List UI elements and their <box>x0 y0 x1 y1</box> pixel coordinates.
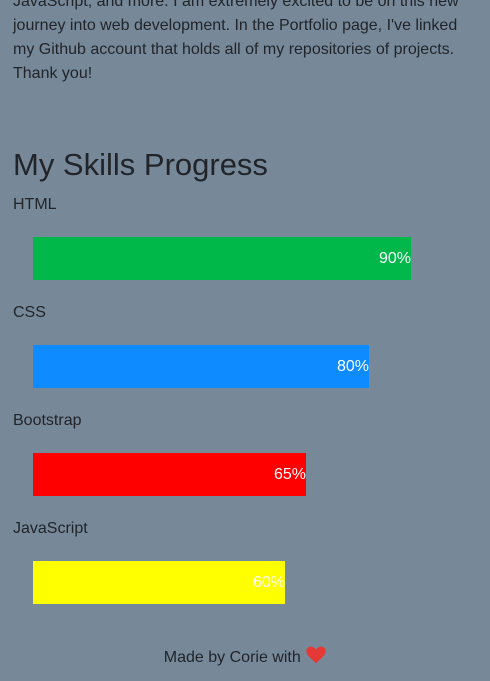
about-text: JavaScript, and more. I am extremely exc… <box>13 0 459 82</box>
heart-icon <box>306 646 326 670</box>
progress-bar-css: 80% <box>33 345 453 388</box>
progress-value-css: 80% <box>336 357 369 375</box>
skill-label-html: HTML <box>13 196 57 213</box>
progress-fill-css: 80% <box>33 345 369 388</box>
progress-bar-bootstrap: 65% <box>33 453 453 496</box>
progress-fill-javascript: 60% <box>33 561 285 604</box>
footer: Made by Corie with <box>0 646 490 670</box>
progress-value-html: 90% <box>378 249 411 267</box>
progress-value-javascript: 60% <box>252 573 285 591</box>
progress-value-bootstrap: 65% <box>273 465 306 483</box>
progress-bar-html: 90% <box>33 237 453 280</box>
skill-label-css: CSS <box>13 304 46 321</box>
progress-fill-bootstrap: 65% <box>33 453 306 496</box>
skills-title: My Skills Progress <box>13 147 268 182</box>
skill-label-javascript: JavaScript <box>13 520 88 537</box>
progress-bar-javascript: 60% <box>33 561 453 604</box>
footer-text: Made by Corie with <box>163 649 301 666</box>
skill-label-bootstrap: Bootstrap <box>13 412 82 429</box>
progress-fill-html: 90% <box>33 237 411 280</box>
